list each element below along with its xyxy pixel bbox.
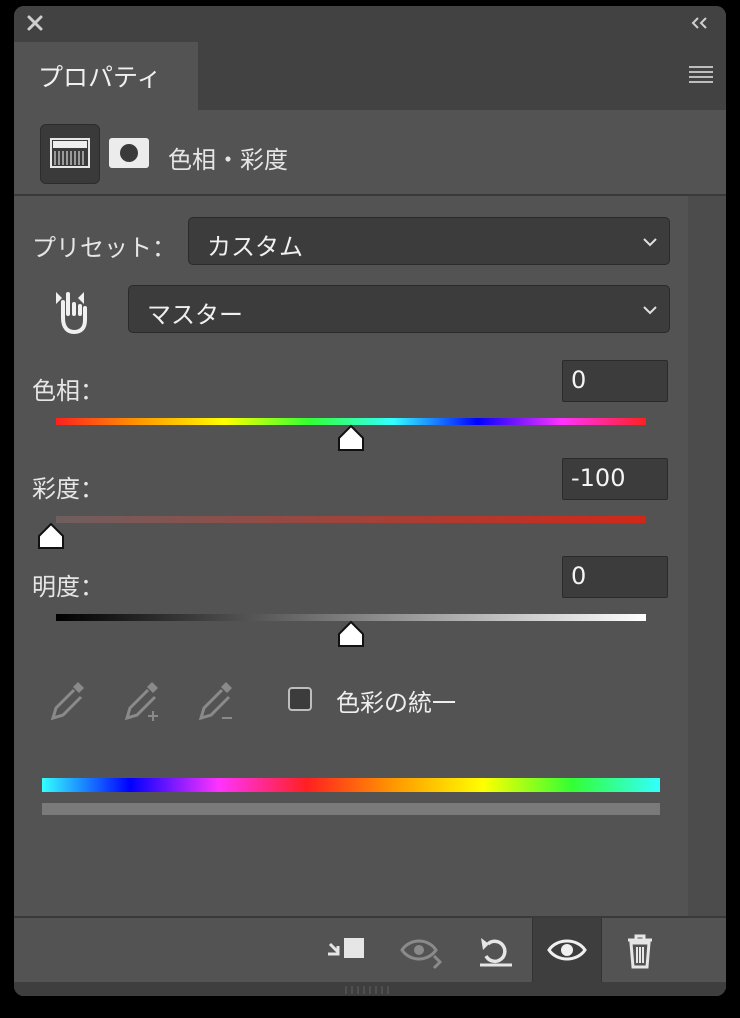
hue-input[interactable]: 0 (562, 360, 668, 402)
lightness-input[interactable]: 0 (562, 556, 668, 598)
trash-icon[interactable] (616, 932, 664, 970)
adjustment-icon-button[interactable] (40, 124, 100, 184)
channel-dropdown[interactable]: マスター (128, 285, 670, 333)
eyedropper-plus-icon[interactable] (122, 678, 162, 724)
mask-icon[interactable] (108, 137, 150, 169)
input-spectrum-bar (42, 778, 660, 792)
clip-to-layer-icon[interactable] (322, 932, 370, 970)
colorize-label: 色彩の統一 (336, 689, 456, 717)
properties-content: プリセット： カスタム マスター 色相： 0 彩度： -100 明度： 0 色彩… (14, 196, 688, 916)
preset-dropdown[interactable]: カスタム (188, 217, 670, 265)
adjustment-title: 色相・彩度 (168, 146, 288, 174)
saturation-input[interactable]: -100 (562, 458, 668, 500)
saturation-slider-track[interactable] (56, 516, 646, 523)
lightness-label: 明度： (32, 573, 104, 601)
panel-title-bar (14, 6, 726, 40)
eyedropper-icon[interactable] (48, 678, 88, 724)
hue-value: 0 (571, 366, 587, 394)
scrollbar-track[interactable] (688, 196, 726, 916)
saturation-slider-handle[interactable] (36, 522, 66, 550)
close-icon[interactable] (24, 12, 46, 34)
chevron-down-icon (643, 238, 657, 247)
tab-row: プロパティ (14, 40, 726, 110)
hue-saturation-icon (50, 138, 90, 168)
panel-footer (14, 916, 726, 996)
grip-lines-icon (345, 986, 389, 994)
saturation-label: 彩度： (32, 475, 104, 503)
visibility-toggle[interactable] (532, 918, 602, 982)
double-chevron-left-icon[interactable] (688, 12, 712, 34)
reset-icon[interactable] (472, 932, 520, 970)
visibility-eye-icon (547, 939, 587, 961)
lightness-slider-handle[interactable] (336, 620, 366, 648)
tab-label: プロパティ (38, 63, 162, 92)
hue-label: 色相： (32, 377, 104, 405)
chevron-down-icon (643, 306, 657, 315)
adjustment-header: 色相・彩度 (14, 110, 726, 196)
preset-label: プリセット： (32, 234, 176, 262)
colorize-checkbox[interactable] (288, 687, 312, 711)
saturation-value: -100 (571, 464, 626, 492)
hamburger-menu-icon[interactable] (688, 64, 714, 84)
view-previous-state-icon[interactable] (398, 932, 446, 970)
channel-value: マスター (147, 301, 243, 329)
resize-grip[interactable] (14, 982, 726, 996)
output-spectrum-bar (42, 803, 660, 815)
hand-target-icon[interactable] (50, 288, 90, 334)
properties-panel: プロパティ 色相・彩度 プリセット： カスタム マスター 色相： 0 彩度： -… (14, 6, 726, 996)
tab-properties[interactable]: プロパティ (14, 42, 198, 110)
lightness-value: 0 (571, 562, 587, 590)
eyedropper-minus-icon[interactable] (196, 678, 236, 724)
preset-value: カスタム (207, 233, 303, 261)
hue-slider-handle[interactable] (336, 424, 366, 452)
